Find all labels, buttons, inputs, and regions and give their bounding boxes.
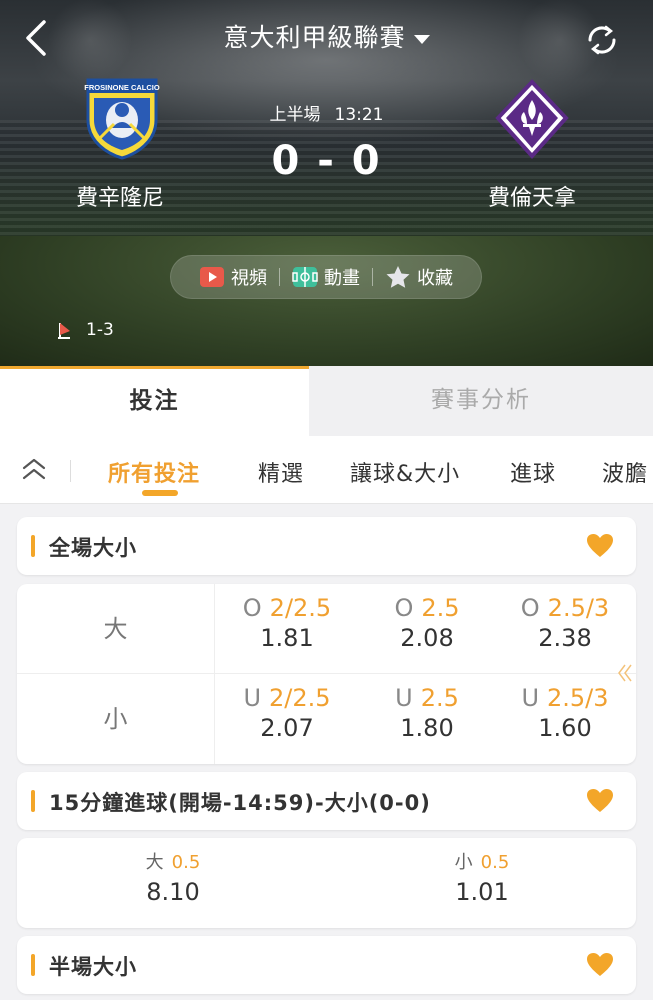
odds-value: 1.01 (455, 878, 509, 906)
odds-value: 8.10 (146, 878, 200, 906)
odds-line: 2/2.5 (269, 594, 332, 622)
over-row: 大 O 2/2.5 1.81 O 2.5 2.08 O 2.5/3 2.38 (17, 584, 636, 674)
refresh-icon[interactable] (584, 22, 620, 58)
odds-line: 2.5/3 (547, 594, 610, 622)
section-accent-bar (31, 535, 35, 557)
corner-count: 1-3 (58, 320, 114, 340)
odds-value: 2.07 (260, 714, 314, 742)
section-half-time-ou-header[interactable]: 半場大小 (17, 936, 636, 994)
odds-line: 0.5 (171, 852, 201, 873)
odds-prefix: U (521, 684, 540, 712)
section-accent-bar (31, 954, 35, 976)
main-tabs: 投注 賽事分析 (0, 366, 653, 436)
fifteen-min-ou-odds: 大 0.5 8.10 小 0.5 1.01 (17, 838, 636, 928)
section-title: 全場大小 (49, 536, 137, 560)
odds-cell[interactable]: O 2.5/3 2.38 (495, 594, 635, 652)
tab-featured[interactable]: 精選 (258, 456, 304, 488)
section-accent-bar (31, 790, 35, 812)
match-header: 意大利甲級聯賽 FROSINONE CALCIO 費辛隆尼 費倫天拿 上半場 13… (0, 0, 653, 366)
section-full-time-ou-header[interactable]: 全場大小 (17, 517, 636, 575)
under-row: 小 U 2/2.5 2.07 U 2.5 1.80 U 2.5/3 1.60 (17, 674, 636, 764)
odds-prefix: O (394, 594, 414, 622)
section-15min-ou-header[interactable]: 15分鐘進球(開場-14:59)-大小(0-0) (17, 772, 636, 830)
home-logo-text: FROSINONE CALCIO (84, 83, 160, 92)
odds-line: 0.5 (480, 852, 510, 873)
odds-prefix: U (243, 684, 262, 712)
odds-prefix: O (242, 594, 262, 622)
heart-icon[interactable] (586, 952, 614, 978)
odds-value: 2.38 (538, 624, 592, 652)
animation-label: 動畫 (324, 268, 360, 289)
heart-icon[interactable] (586, 533, 614, 559)
match-score: 0 - 0 (271, 138, 382, 184)
active-tab-indicator (142, 490, 178, 496)
match-clock: 13:21 (334, 105, 384, 125)
odds-side-label: 大 (145, 852, 164, 873)
bet-category-tabs: 所有投注 精選 讓球&大小 進球 波膽 (0, 436, 653, 504)
tab-correct-score[interactable]: 波膽 (602, 456, 648, 488)
heart-icon[interactable] (586, 788, 614, 814)
odds-value: 2.08 (400, 624, 454, 652)
tab-goals[interactable]: 進球 (510, 456, 556, 488)
tab-all-bets[interactable]: 所有投注 (108, 456, 200, 488)
video-icon (200, 267, 224, 287)
star-icon (386, 266, 410, 288)
odds-cell[interactable]: U 2.5/3 1.60 (495, 684, 635, 742)
match-actions: 視頻 動畫 收藏 (170, 255, 482, 299)
odds-cell[interactable]: U 2.5 1.80 (357, 684, 497, 742)
collapse-all-icon[interactable] (20, 456, 48, 482)
divider (70, 460, 71, 482)
odds-value: 1.81 (260, 624, 314, 652)
odds-cell[interactable]: 小 0.5 1.01 (382, 848, 582, 906)
odds-line: 2.5 (420, 684, 459, 712)
corner-flag-icon (58, 323, 70, 339)
under-label: 小 (17, 674, 215, 764)
odds-cell[interactable]: O 2.5 2.08 (357, 594, 497, 652)
match-status: 上半場 13:21 (0, 100, 653, 125)
section-title: 15分鐘進球(開場-14:59)-大小(0-0) (49, 791, 431, 815)
video-button[interactable]: 視頻 (187, 264, 279, 290)
odds-cell[interactable]: O 2/2.5 1.81 (217, 594, 357, 652)
odds-value: 1.80 (400, 714, 454, 742)
odds-value: 1.60 (538, 714, 592, 742)
odds-line: 2/2.5 (269, 684, 331, 712)
home-team-name: 費辛隆尼 (75, 186, 164, 211)
animation-button[interactable]: 動畫 (280, 264, 372, 290)
away-team-name: 費倫天拿 (487, 186, 576, 211)
scroll-right-hint-icon[interactable] (617, 662, 633, 684)
full-time-ou-odds: 大 O 2/2.5 1.81 O 2.5 2.08 O 2.5/3 2.38 小 U2… (17, 584, 636, 764)
odds-line: 2.5/3 (547, 684, 609, 712)
top-bar: 意大利甲級聯賽 (0, 0, 653, 72)
favorite-label: 收藏 (417, 268, 453, 289)
league-title: 意大利甲級聯賽 (223, 23, 406, 52)
odds-cell[interactable]: 大 0.5 8.10 (73, 848, 273, 906)
league-selector[interactable]: 意大利甲級聯賽 (0, 18, 653, 54)
favorite-match-button[interactable]: 收藏 (373, 264, 465, 290)
match-period: 上半場 (269, 105, 321, 125)
caret-down-icon (413, 34, 430, 44)
pitch-animation-icon (292, 267, 318, 287)
odds-cell[interactable]: U 2/2.5 2.07 (217, 684, 357, 742)
odds-prefix: U (395, 684, 413, 712)
tab-match-analysis[interactable]: 賽事分析 (309, 366, 653, 436)
corner-count-value: 1-3 (86, 320, 114, 340)
video-label: 視頻 (231, 268, 267, 289)
tab-betting[interactable]: 投注 (0, 366, 309, 436)
over-label: 大 (17, 584, 215, 674)
section-title: 半場大小 (49, 955, 137, 979)
odds-line: 2.5 (421, 594, 460, 622)
odds-prefix: O (520, 594, 540, 622)
tab-handicap-ou[interactable]: 讓球&大小 (350, 456, 460, 488)
odds-side-label: 小 (454, 852, 473, 873)
